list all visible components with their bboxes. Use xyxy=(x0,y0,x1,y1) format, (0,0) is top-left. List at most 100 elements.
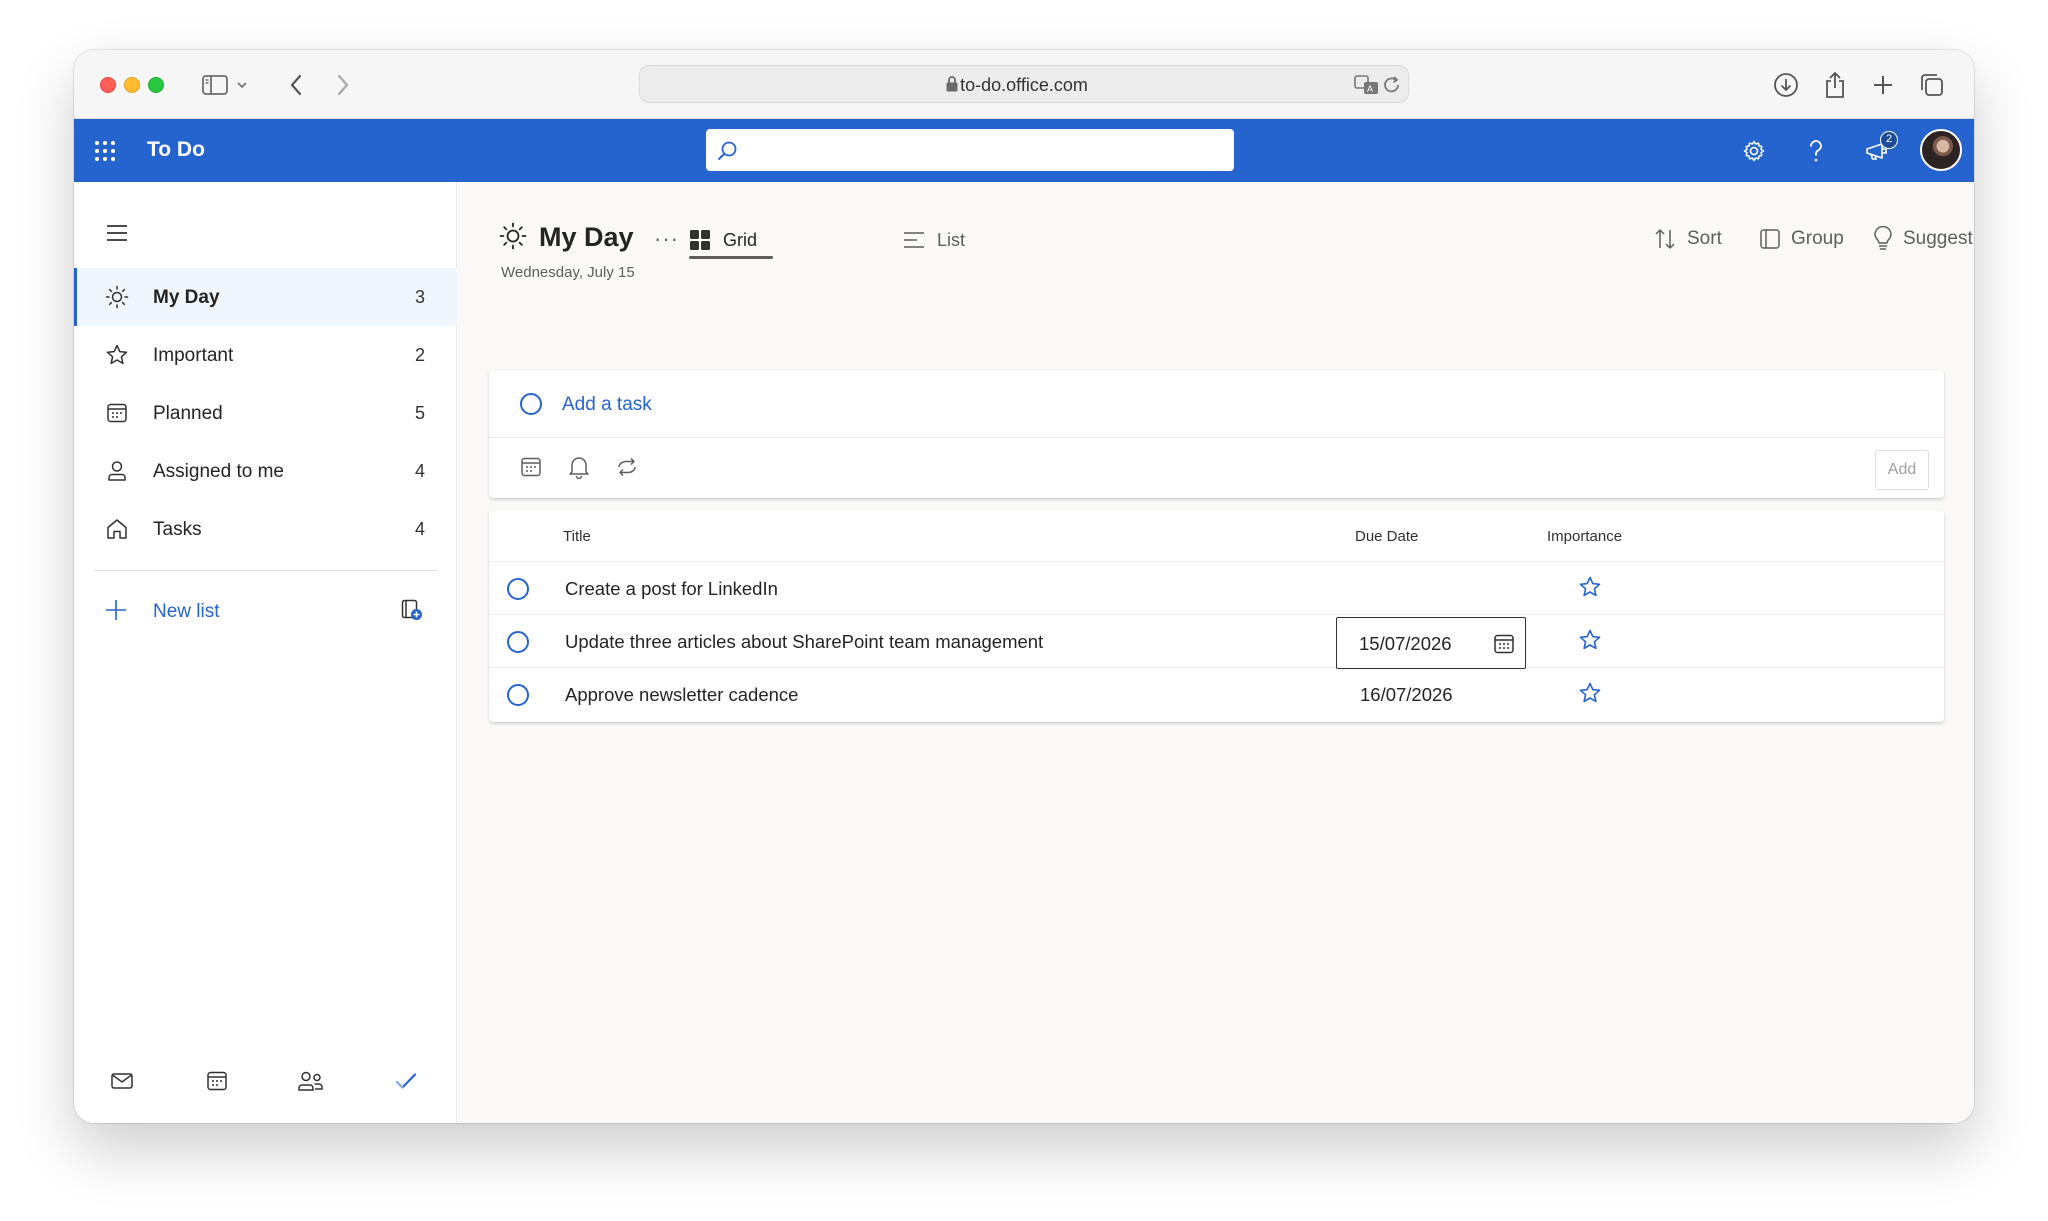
minimize-window-button[interactable] xyxy=(124,77,140,93)
due-date-input[interactable]: 15/07/2026 xyxy=(1336,617,1526,669)
new-list-label: New list xyxy=(153,601,220,622)
task-title[interactable]: Approve newsletter cadence xyxy=(565,684,798,706)
new-list-button[interactable]: New list xyxy=(74,582,457,640)
tab-grid-view[interactable]: Grid xyxy=(689,220,757,260)
avatar[interactable] xyxy=(1920,129,1962,171)
selected-tab-indicator xyxy=(689,256,773,259)
sidebar-item-label: My Day xyxy=(153,287,220,308)
share-icon[interactable] xyxy=(1818,68,1852,102)
add-task-circle-icon xyxy=(520,393,542,415)
browser-window: to-do.office.com A To Do 2 My Day 3 Impo… xyxy=(74,50,1974,1123)
search-input[interactable] xyxy=(750,129,1220,171)
app-header: To Do 2 xyxy=(74,119,1974,182)
sidebar-item-my-day[interactable]: My Day 3 xyxy=(74,268,457,326)
grid-icon xyxy=(689,229,711,251)
close-window-button[interactable] xyxy=(100,77,116,93)
suggestions-button[interactable]: Suggestions xyxy=(1873,224,1974,254)
hamburger-menu-icon[interactable] xyxy=(106,224,128,242)
grid-header: Title Due Date Importance xyxy=(489,510,1944,562)
app-title[interactable]: To Do xyxy=(147,138,205,162)
url-text: to-do.office.com xyxy=(960,75,1088,95)
due-date-icon[interactable] xyxy=(517,453,545,481)
sidebar-item-assigned[interactable]: Assigned to me 4 xyxy=(74,442,457,500)
app-launcher-icon[interactable] xyxy=(94,140,116,162)
tab-label: List xyxy=(937,229,966,250)
calendar-icon[interactable] xyxy=(202,1066,232,1096)
calendar-icon[interactable] xyxy=(1493,633,1515,655)
due-date-value: 15/07/2026 xyxy=(1359,633,1452,654)
sidebar-toggle-icon[interactable] xyxy=(198,68,232,102)
star-icon[interactable] xyxy=(1578,681,1602,705)
add-button[interactable]: Add xyxy=(1875,450,1929,490)
sidebar-item-label: Planned xyxy=(153,403,223,424)
group-icon xyxy=(1759,228,1781,250)
task-grid: Title Due Date Importance Create a post … xyxy=(489,510,1944,722)
sidebar-item-count: 5 xyxy=(414,403,425,423)
notification-badge: 2 xyxy=(1880,131,1898,149)
download-icon[interactable] xyxy=(1769,68,1803,102)
sidebar: My Day 3 Important 2 Planned 5 Assigned … xyxy=(74,182,457,1123)
new-tab-plus-icon[interactable] xyxy=(1866,68,1900,102)
sidebar-item-label: Assigned to me xyxy=(153,461,284,482)
sidebar-item-count: 3 xyxy=(414,287,425,307)
table-row[interactable]: Create a post for LinkedIn xyxy=(489,562,1944,615)
forward-arrow-icon[interactable] xyxy=(326,68,360,102)
more-options-icon[interactable]: ··· xyxy=(654,226,679,252)
help-icon[interactable] xyxy=(1800,135,1832,167)
back-arrow-icon[interactable] xyxy=(279,68,313,102)
star-icon xyxy=(105,343,129,367)
reminder-bell-icon[interactable] xyxy=(565,453,593,481)
sidebar-item-label: Important xyxy=(153,345,234,366)
chevron-down-icon[interactable] xyxy=(232,68,252,102)
address-bar[interactable]: to-do.office.com A xyxy=(639,65,1409,103)
plus-icon xyxy=(104,598,128,622)
tab-list-view[interactable]: List xyxy=(903,220,965,260)
tab-overview-icon[interactable] xyxy=(1915,68,1949,102)
sort-label: Sort xyxy=(1687,228,1722,249)
main-content: My Day ··· Wednesday, July 15 Grid List … xyxy=(457,182,1974,1123)
sidebar-item-planned[interactable]: Planned 5 xyxy=(74,384,457,442)
sort-arrows-icon xyxy=(1653,227,1677,251)
mail-icon[interactable] xyxy=(107,1066,137,1096)
column-header-due-date[interactable]: Due Date xyxy=(1355,528,1418,545)
task-title[interactable]: Create a post for LinkedIn xyxy=(565,578,778,600)
suggestions-label: Suggestions xyxy=(1903,228,1974,249)
column-header-title[interactable]: Title xyxy=(563,528,591,545)
group-label: Group xyxy=(1791,228,1844,249)
sidebar-item-tasks[interactable]: Tasks 4 xyxy=(74,500,457,558)
table-row[interactable]: Approve newsletter cadence 16/07/2026 xyxy=(489,668,1944,721)
search-icon xyxy=(716,140,738,162)
search-box[interactable] xyxy=(706,129,1234,171)
sidebar-item-important[interactable]: Important 2 xyxy=(74,326,457,384)
translate-icon[interactable]: A xyxy=(1354,74,1380,96)
current-date: Wednesday, July 15 xyxy=(501,264,635,281)
add-task-input[interactable]: Add a task xyxy=(489,370,1944,438)
complete-task-checkbox[interactable] xyxy=(507,684,529,706)
page-title[interactable]: My Day xyxy=(539,222,634,253)
star-icon[interactable] xyxy=(1578,575,1602,599)
list-icon xyxy=(903,231,925,249)
person-icon xyxy=(105,459,129,483)
table-row[interactable]: Update three articles about SharePoint t… xyxy=(489,615,1944,669)
task-title[interactable]: Update three articles about SharePoint t… xyxy=(565,631,1043,653)
gear-icon[interactable] xyxy=(1738,135,1770,167)
add-task-card: Add a task Add xyxy=(489,370,1944,498)
complete-task-checkbox[interactable] xyxy=(507,631,529,653)
sidebar-item-label: Tasks xyxy=(153,519,202,540)
todo-check-icon[interactable] xyxy=(391,1066,421,1096)
complete-task-checkbox[interactable] xyxy=(507,578,529,600)
sidebar-item-count: 2 xyxy=(414,345,425,365)
group-button[interactable]: Group xyxy=(1759,224,1844,254)
zoom-window-button[interactable] xyxy=(148,77,164,93)
star-icon[interactable] xyxy=(1578,628,1602,652)
repeat-icon[interactable] xyxy=(613,453,641,481)
reload-icon[interactable] xyxy=(1382,74,1402,96)
new-group-icon[interactable] xyxy=(400,598,424,622)
lightbulb-icon xyxy=(1873,226,1893,252)
column-header-importance[interactable]: Importance xyxy=(1547,528,1622,545)
task-due-date[interactable]: 16/07/2026 xyxy=(1360,684,1453,706)
sort-button[interactable]: Sort xyxy=(1653,224,1722,254)
sidebar-item-count: 4 xyxy=(414,519,425,539)
app-switcher-bar xyxy=(74,1062,457,1102)
people-icon[interactable] xyxy=(296,1066,326,1096)
